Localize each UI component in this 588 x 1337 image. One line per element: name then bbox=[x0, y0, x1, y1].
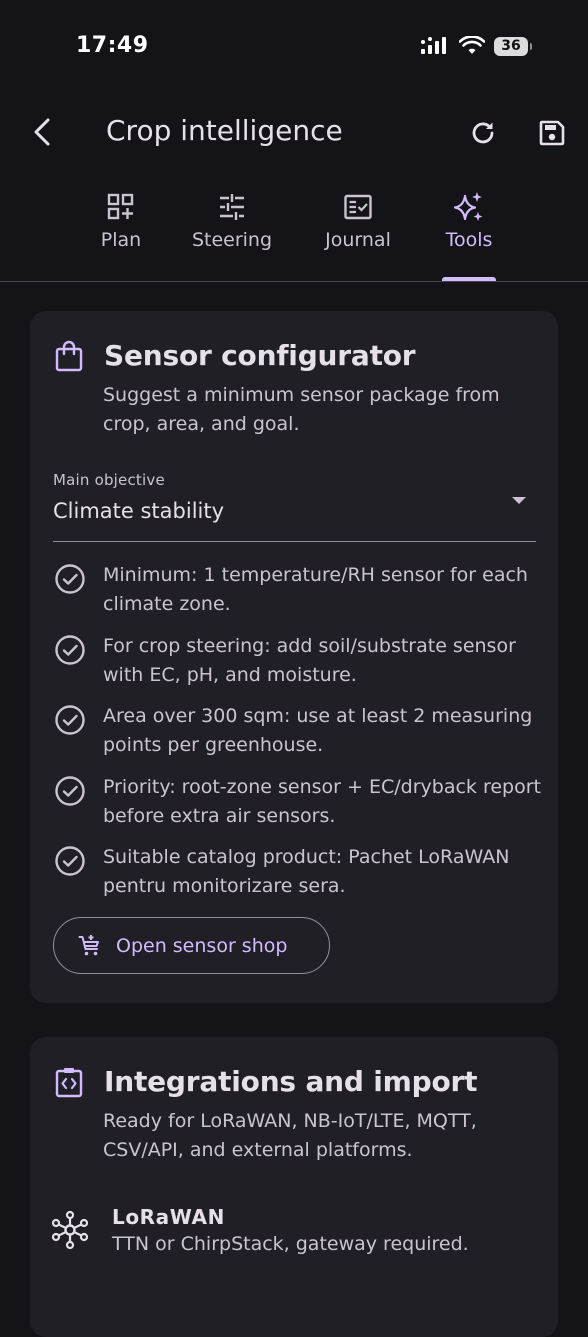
card-header: Integrations and import bbox=[54, 1065, 478, 1098]
add-shopping-cart-icon bbox=[78, 934, 99, 955]
tab-tools[interactable]: Tools bbox=[436, 186, 502, 281]
check-circle-icon bbox=[55, 564, 85, 594]
list-item: For crop steering: add soil/substrate se… bbox=[53, 632, 543, 703]
check-circle-icon bbox=[55, 705, 85, 735]
card-description: Ready for LoRaWAN, NB-IoT/LTE, MQTT, CSV… bbox=[103, 1110, 477, 1161]
page-title: Crop intelligence bbox=[106, 114, 343, 147]
check-circle-icon bbox=[55, 634, 85, 665]
check-circle-icon bbox=[55, 846, 85, 876]
sensor-configurator-card: Sensor configurator Suggest a minimum se… bbox=[30, 311, 558, 1003]
tab-bar: Plan Steering Journal Tools bbox=[0, 186, 588, 282]
integration-item-lorawan[interactable]: LoRaWAN TTN or ChirpStack, gateway requi… bbox=[50, 1205, 540, 1255]
signal-icon bbox=[421, 37, 446, 54]
refresh-icon bbox=[472, 122, 494, 144]
open-sensor-shop-button[interactable]: Open sensor shop bbox=[53, 917, 330, 974]
list-item: Area over 300 sqm: use at least 2 measur… bbox=[53, 702, 543, 773]
list-item-text: For crop steering: add soil/substrate se… bbox=[103, 634, 516, 686]
list-item-text: Minimum: 1 temperature/RH sensor for eac… bbox=[103, 564, 528, 615]
sliders-icon bbox=[220, 194, 244, 220]
status-icons: 36 bbox=[420, 36, 532, 56]
integration-instructions-icon bbox=[55, 1067, 83, 1097]
grid-add-icon bbox=[107, 193, 134, 220]
journal-check-icon bbox=[344, 194, 372, 220]
dropdown-arrow-icon bbox=[512, 497, 526, 504]
integration-description: TTN or ChirpStack, gateway required. bbox=[112, 1233, 469, 1255]
shopping-bag-icon bbox=[55, 340, 83, 371]
battery-indicator: 36 bbox=[494, 36, 532, 56]
card-title: Sensor configurator bbox=[104, 339, 416, 372]
status-bar: 17:49 36 bbox=[0, 0, 588, 96]
select-label: Main objective bbox=[53, 471, 165, 489]
wifi-icon bbox=[459, 36, 485, 54]
back-button[interactable] bbox=[24, 114, 60, 150]
refresh-button[interactable] bbox=[466, 116, 500, 150]
button-label: Open sensor shop bbox=[116, 934, 288, 957]
tab-label: Journal bbox=[325, 229, 391, 251]
card-description: Suggest a minimum sensor package from cr… bbox=[103, 384, 500, 435]
tab-journal[interactable]: Journal bbox=[315, 186, 401, 280]
top-app-bar: Crop intelligence bbox=[0, 96, 588, 172]
select-value: Climate stability bbox=[53, 499, 225, 523]
network-hub-icon bbox=[51, 1210, 89, 1250]
integrations-card: Integrations and import Ready for LoRaWA… bbox=[30, 1037, 558, 1337]
card-header: Sensor configurator bbox=[54, 339, 416, 372]
main-objective-select[interactable]: Main objective Climate stability bbox=[53, 469, 536, 542]
list-item-text: Priority: root-zone sensor + EC/dryback … bbox=[103, 775, 541, 827]
list-item-text: Area over 300 sqm: use at least 2 measur… bbox=[103, 705, 533, 756]
active-tab-indicator bbox=[442, 277, 496, 281]
tab-steering[interactable]: Steering bbox=[184, 186, 280, 280]
tab-plan[interactable]: Plan bbox=[88, 186, 154, 280]
tab-label: Plan bbox=[100, 229, 142, 251]
tab-label: Steering bbox=[191, 229, 273, 251]
recommendation-list: Minimum: 1 temperature/RH sensor for eac… bbox=[53, 561, 543, 914]
tab-label: Tools bbox=[445, 229, 493, 251]
list-item: Suitable catalog product: Pachet LoRaWAN… bbox=[53, 843, 543, 914]
list-item-text: Suitable catalog product: Pachet LoRaWAN… bbox=[103, 846, 510, 897]
back-arrow-icon bbox=[34, 118, 50, 146]
list-item: Minimum: 1 temperature/RH sensor for eac… bbox=[53, 561, 543, 632]
list-item: Priority: root-zone sensor + EC/dryback … bbox=[53, 773, 543, 844]
status-time: 17:49 bbox=[76, 33, 149, 58]
check-circle-icon bbox=[55, 775, 85, 806]
sparkles-icon bbox=[453, 192, 483, 221]
save-icon bbox=[539, 120, 565, 146]
integration-title: LoRaWAN bbox=[112, 1205, 225, 1229]
card-title: Integrations and import bbox=[104, 1065, 478, 1098]
save-button[interactable] bbox=[535, 116, 569, 150]
